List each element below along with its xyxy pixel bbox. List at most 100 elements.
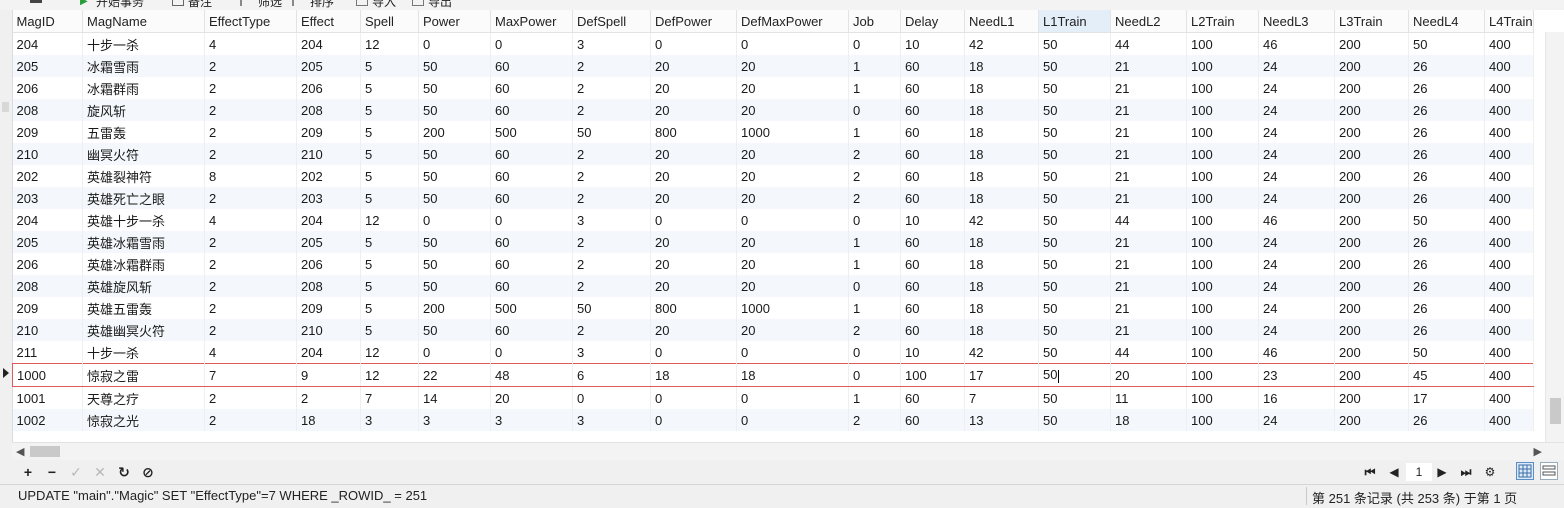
cell-power[interactable]: 22 — [418, 363, 491, 387]
cell-magname[interactable]: 冰霜雪雨 — [82, 55, 205, 77]
cell-needl4[interactable]: 26 — [1408, 297, 1485, 319]
cell-maxpower[interactable]: 60 — [490, 319, 573, 341]
cell-needl1[interactable]: 18 — [964, 77, 1039, 99]
cell-needl1[interactable]: 18 — [964, 187, 1039, 209]
cell-effect[interactable]: 206 — [296, 77, 361, 99]
cell-job[interactable]: 0 — [848, 363, 901, 387]
cell-needl4[interactable]: 26 — [1408, 55, 1485, 77]
cell-defmaxpower[interactable]: 20 — [736, 143, 849, 165]
cell-spell[interactable]: 12 — [360, 209, 419, 231]
cell-defpower[interactable]: 0 — [650, 341, 737, 364]
cell-delay[interactable]: 100 — [900, 363, 965, 387]
column-header-magname[interactable]: MagName — [82, 10, 205, 33]
table-row[interactable]: 205 冰霜雪雨 2 205 5 50 60 2 20 20 1 60 18 50 21 100 24 200 26… — [12, 55, 1534, 77]
cell-needl2[interactable]: 21 — [1110, 143, 1187, 165]
cell-effecttype[interactable]: 8 — [204, 165, 297, 187]
cell-l4train[interactable]: 400 — [1484, 231, 1534, 253]
cell-delay[interactable]: 60 — [900, 77, 965, 99]
cell-magname[interactable]: 幽冥火符 — [82, 143, 205, 165]
cell-magid[interactable]: 208 — [12, 99, 83, 121]
cell-defpower[interactable]: 0 — [650, 386, 737, 409]
table-row[interactable]: 204 十步一杀 4 204 12 0 0 3 0 0 0 10 42 50 44 100 46 200 50 400 — [12, 32, 1534, 55]
cell-delay[interactable]: 60 — [900, 275, 965, 297]
cell-spell[interactable]: 5 — [360, 231, 419, 253]
cell-job[interactable]: 2 — [848, 165, 901, 187]
cell-effect[interactable]: 205 — [296, 231, 361, 253]
cell-l4train[interactable]: 400 — [1484, 253, 1534, 275]
cell-needl4[interactable]: 26 — [1408, 253, 1485, 275]
cell-job[interactable]: 1 — [848, 253, 901, 275]
cell-needl2[interactable]: 44 — [1110, 209, 1187, 231]
cell-l2train[interactable]: 100 — [1186, 143, 1259, 165]
cell-delay[interactable]: 60 — [900, 231, 965, 253]
cell-defspell[interactable]: 50 — [572, 297, 651, 319]
cell-l2train[interactable]: 100 — [1186, 409, 1259, 431]
cell-l1train[interactable]: 50 — [1038, 231, 1111, 253]
cell-job[interactable]: 2 — [848, 409, 901, 431]
cell-effecttype[interactable]: 2 — [204, 121, 297, 143]
cell-l4train[interactable]: 400 — [1484, 55, 1534, 77]
column-header-magid[interactable]: MagID — [12, 10, 83, 33]
cell-l2train[interactable]: 100 — [1186, 319, 1259, 341]
cell-magid[interactable]: 211 — [12, 341, 83, 364]
cell-l1train[interactable]: 50 — [1038, 55, 1111, 77]
cell-needl4[interactable]: 50 — [1408, 341, 1485, 364]
table-row[interactable]: 208 英雄旋风斩 2 208 5 50 60 2 20 20 0 60 18 50 21 100 24 200 2… — [12, 275, 1534, 297]
cell-defspell[interactable]: 3 — [572, 341, 651, 364]
cell-needl4[interactable]: 50 — [1408, 209, 1485, 231]
cell-needl2[interactable]: 21 — [1110, 275, 1187, 297]
table-row[interactable]: 1001 天尊之疗 2 2 7 14 20 0 0 0 1 60 7 50 11 100 16 200 17 400 — [12, 386, 1534, 409]
cell-power[interactable]: 50 — [418, 55, 491, 77]
cell-spell[interactable]: 5 — [360, 143, 419, 165]
cell-magid[interactable]: 202 — [12, 165, 83, 187]
cell-l4train[interactable]: 400 — [1484, 32, 1534, 55]
cell-defpower[interactable]: 20 — [650, 231, 737, 253]
cell-effecttype[interactable]: 4 — [204, 209, 297, 231]
cell-l3train[interactable]: 200 — [1334, 363, 1409, 387]
cell-defspell[interactable]: 0 — [572, 386, 651, 409]
cell-effect[interactable]: 210 — [296, 319, 361, 341]
cell-power[interactable]: 0 — [418, 32, 491, 55]
cell-delay[interactable]: 60 — [900, 143, 965, 165]
cell-delay[interactable]: 60 — [900, 409, 965, 431]
cell-delay[interactable]: 60 — [900, 99, 965, 121]
cell-needl1[interactable]: 18 — [964, 231, 1039, 253]
cell-magid[interactable]: 208 — [12, 275, 83, 297]
cell-needl2[interactable]: 11 — [1110, 386, 1187, 409]
cell-needl1[interactable]: 18 — [964, 121, 1039, 143]
cell-delay[interactable]: 10 — [900, 209, 965, 231]
column-header-job[interactable]: Job — [848, 10, 901, 33]
cell-magname[interactable]: 五雷轰 — [82, 121, 205, 143]
cell-magname[interactable]: 冰霜群雨 — [82, 77, 205, 99]
cell-magid[interactable]: 204 — [12, 209, 83, 231]
cell-spell[interactable]: 5 — [360, 275, 419, 297]
column-header-needl3[interactable]: NeedL3 — [1258, 10, 1335, 33]
cell-job[interactable]: 2 — [848, 187, 901, 209]
cell-needl2[interactable]: 21 — [1110, 121, 1187, 143]
cell-maxpower[interactable]: 3 — [490, 409, 573, 431]
cell-needl2[interactable]: 21 — [1110, 187, 1187, 209]
cell-needl4[interactable]: 26 — [1408, 121, 1485, 143]
cell-l4train[interactable]: 400 — [1484, 121, 1534, 143]
cell-job[interactable]: 1 — [848, 121, 901, 143]
cell-needl3[interactable]: 24 — [1258, 143, 1335, 165]
cell-power[interactable]: 50 — [418, 275, 491, 297]
cell-needl1[interactable]: 18 — [964, 99, 1039, 121]
cell-needl4[interactable]: 26 — [1408, 99, 1485, 121]
cell-l4train[interactable]: 400 — [1484, 409, 1534, 431]
cell-magid[interactable]: 209 — [12, 121, 83, 143]
cell-spell[interactable]: 5 — [360, 297, 419, 319]
cell-spell[interactable]: 5 — [360, 319, 419, 341]
cell-defmaxpower[interactable]: 0 — [736, 386, 849, 409]
cell-defspell[interactable]: 2 — [572, 187, 651, 209]
cell-l4train[interactable]: 400 — [1484, 99, 1534, 121]
cell-delay[interactable]: 60 — [900, 386, 965, 409]
cell-maxpower[interactable]: 0 — [490, 32, 573, 55]
table-row[interactable]: 211 十步一杀 4 204 12 0 0 3 0 0 0 10 42 50 44 100 46 200 50 400 — [12, 341, 1534, 364]
cell-spell[interactable]: 5 — [360, 121, 419, 143]
cell-defmaxpower[interactable]: 20 — [736, 231, 849, 253]
cell-defspell[interactable]: 2 — [572, 165, 651, 187]
cell-job[interactable]: 1 — [848, 386, 901, 409]
cell-needl2[interactable]: 21 — [1110, 297, 1187, 319]
cell-spell[interactable]: 12 — [360, 363, 419, 387]
